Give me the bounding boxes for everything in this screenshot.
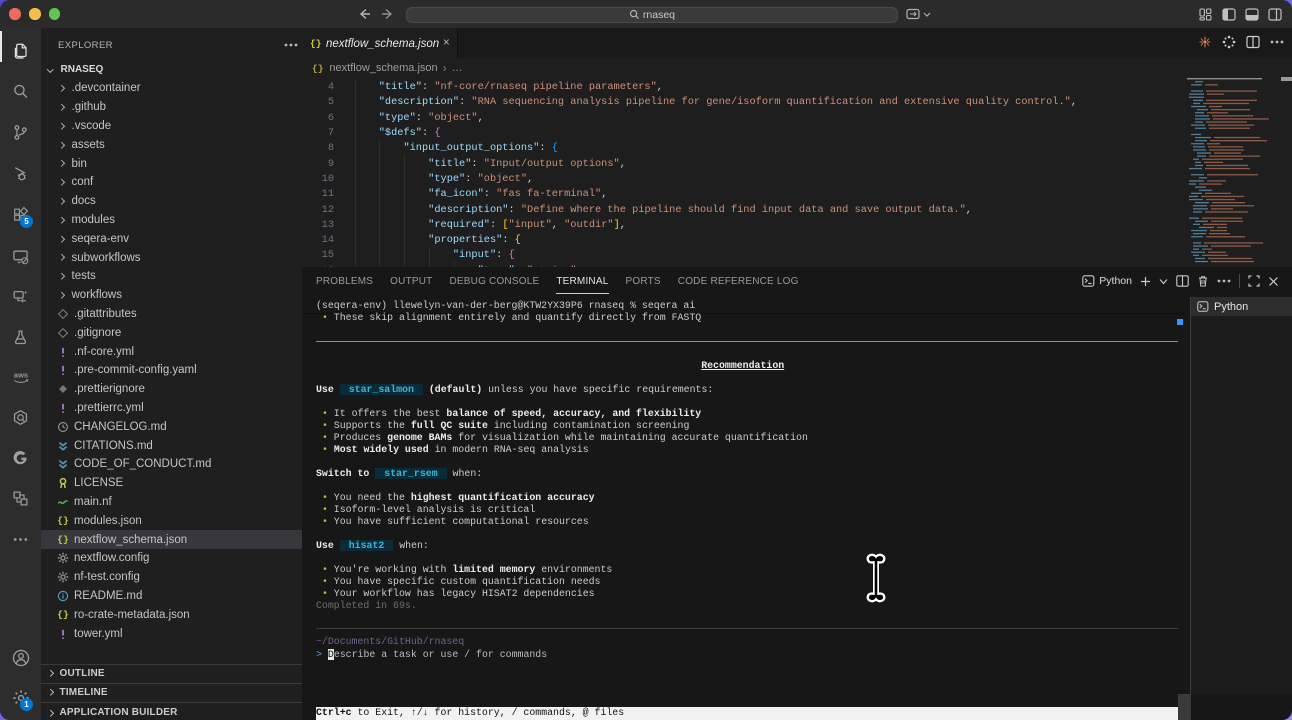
svg-text:aws: aws (13, 371, 27, 380)
